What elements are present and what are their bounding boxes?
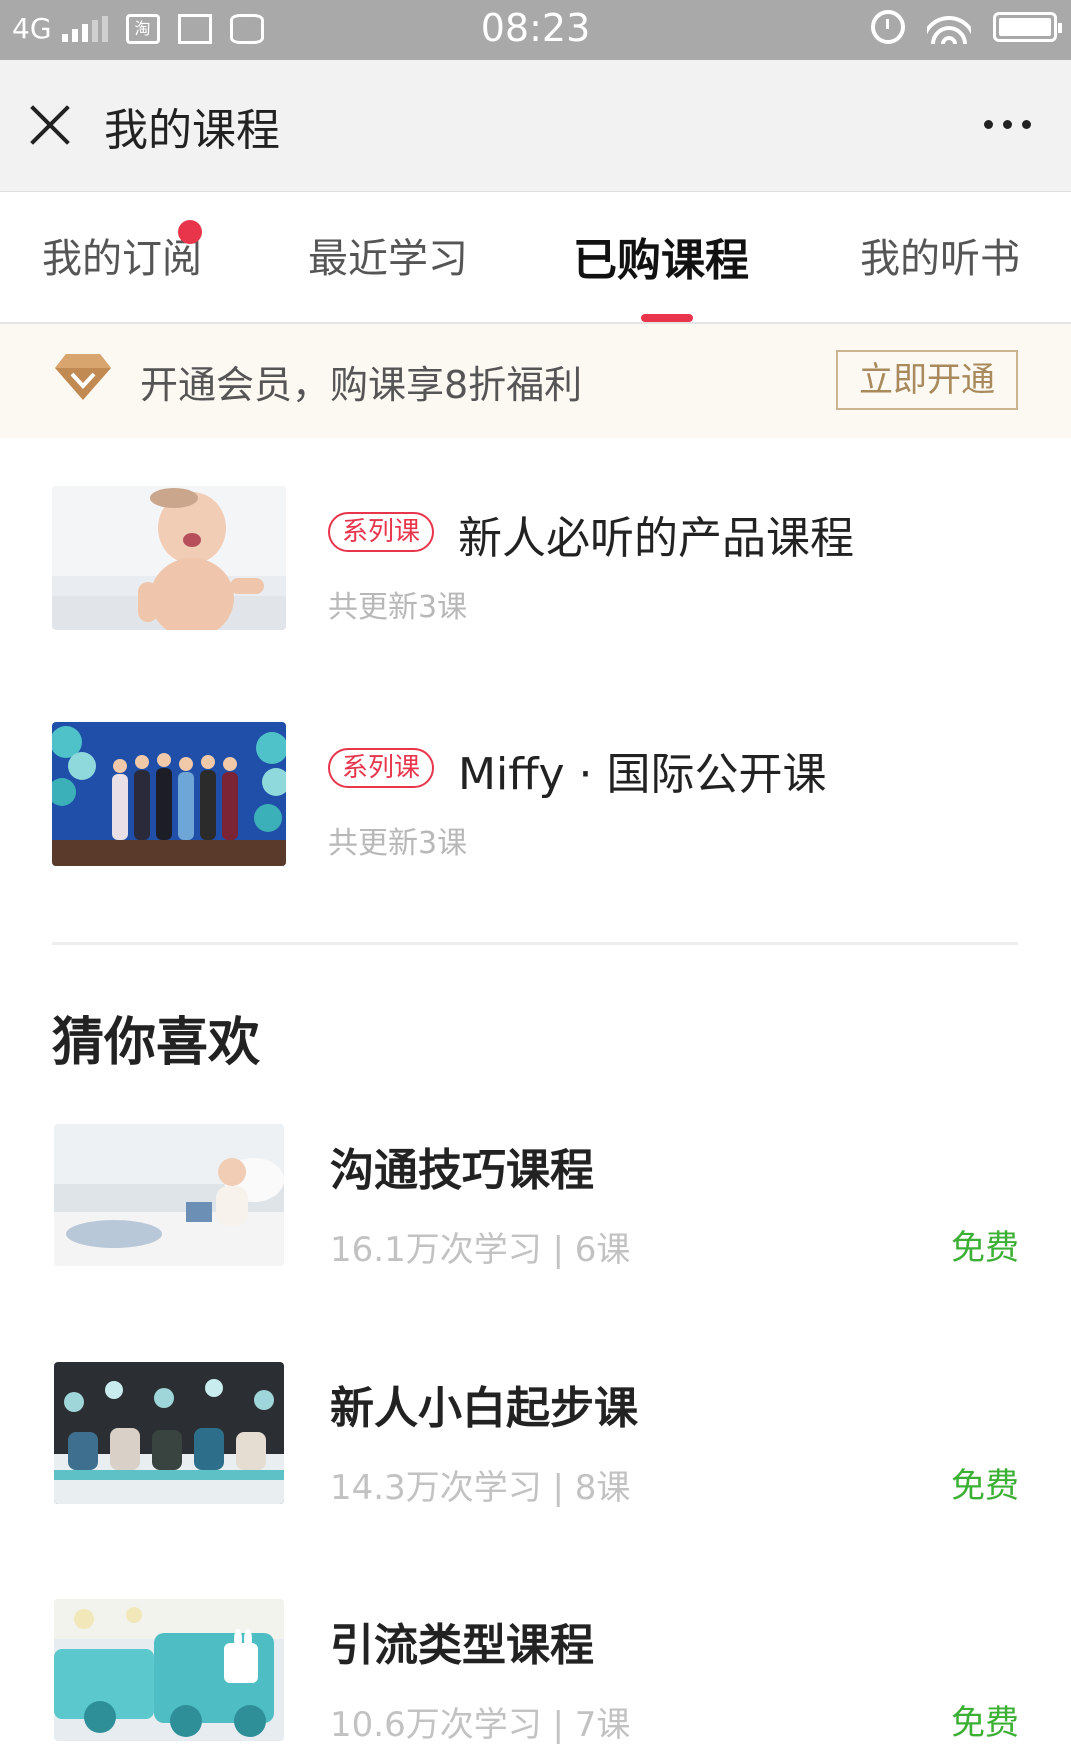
diamond-icon [55, 354, 111, 400]
unread-dot [178, 220, 202, 244]
course-thumbnail [52, 486, 286, 630]
tab-purchased-courses[interactable]: 已购课程 [573, 224, 749, 288]
price-label: 免费 [951, 1466, 1019, 1506]
course-title: Miffy · 国际公开课 [458, 749, 827, 800]
title-bar: 我的课程 [0, 60, 1071, 192]
course-item[interactable]: 系列课 Miffy · 国际公开课 共更新3课 [0, 722, 1071, 872]
section-title-recommend: 猜你喜欢 [52, 1013, 261, 1073]
recommend-item[interactable]: 沟通技巧课程 16.1万次学习 | 6课 免费 [0, 1124, 1071, 1274]
series-tag: 系列课 [328, 748, 435, 788]
alarm-icon [871, 10, 905, 44]
course-update-count: 共更新3课 [328, 826, 468, 861]
member-promo-text: 开通会员，购课享8折福利 [140, 363, 583, 407]
open-membership-button[interactable]: 立即开通 [836, 350, 1018, 410]
series-tag: 系列课 [328, 512, 435, 552]
page-title: 我的课程 [104, 105, 280, 156]
course-item[interactable]: 系列课 新人必听的产品课程 共更新3课 [0, 486, 1071, 636]
course-title: 新人必听的产品课程 [458, 513, 854, 564]
course-thumbnail [52, 722, 286, 866]
wifi-icon [927, 10, 971, 44]
course-update-count: 共更新3课 [328, 590, 468, 625]
status-bar: 4G 淘 08:23 [0, 0, 1071, 60]
tab-bar: 我的订阅 最近学习 已购课程 我的听书 [0, 192, 1071, 324]
recommend-title: 沟通技巧课程 [330, 1145, 594, 1196]
recommend-stats: 10.6万次学习 | 7课 [330, 1705, 631, 1745]
recommend-title: 引流类型课程 [330, 1620, 594, 1671]
close-icon[interactable] [28, 103, 72, 147]
status-right [871, 10, 1062, 44]
active-tab-indicator [641, 314, 693, 322]
more-icon[interactable] [984, 120, 1031, 129]
recommend-item[interactable]: 引流类型课程 10.6万次学习 | 7课 免费 [0, 1599, 1071, 1747]
course-thumbnail [54, 1362, 284, 1504]
tab-recent-study[interactable]: 最近学习 [308, 226, 468, 284]
course-thumbnail [54, 1599, 284, 1741]
price-label: 免费 [951, 1703, 1019, 1743]
price-label: 免费 [951, 1228, 1019, 1268]
tab-audiobooks[interactable]: 我的听书 [860, 226, 1020, 284]
course-thumbnail [54, 1124, 284, 1266]
recommend-item[interactable]: 新人小白起步课 14.3万次学习 | 8课 免费 [0, 1362, 1071, 1512]
member-banner: 开通会员，购课享8折福利 立即开通 [0, 324, 1071, 438]
section-divider [52, 942, 1018, 945]
recommend-stats: 14.3万次学习 | 8课 [330, 1468, 631, 1508]
recommend-title: 新人小白起步课 [330, 1383, 638, 1434]
recommend-stats: 16.1万次学习 | 6课 [330, 1230, 631, 1270]
battery-icon [993, 12, 1062, 42]
